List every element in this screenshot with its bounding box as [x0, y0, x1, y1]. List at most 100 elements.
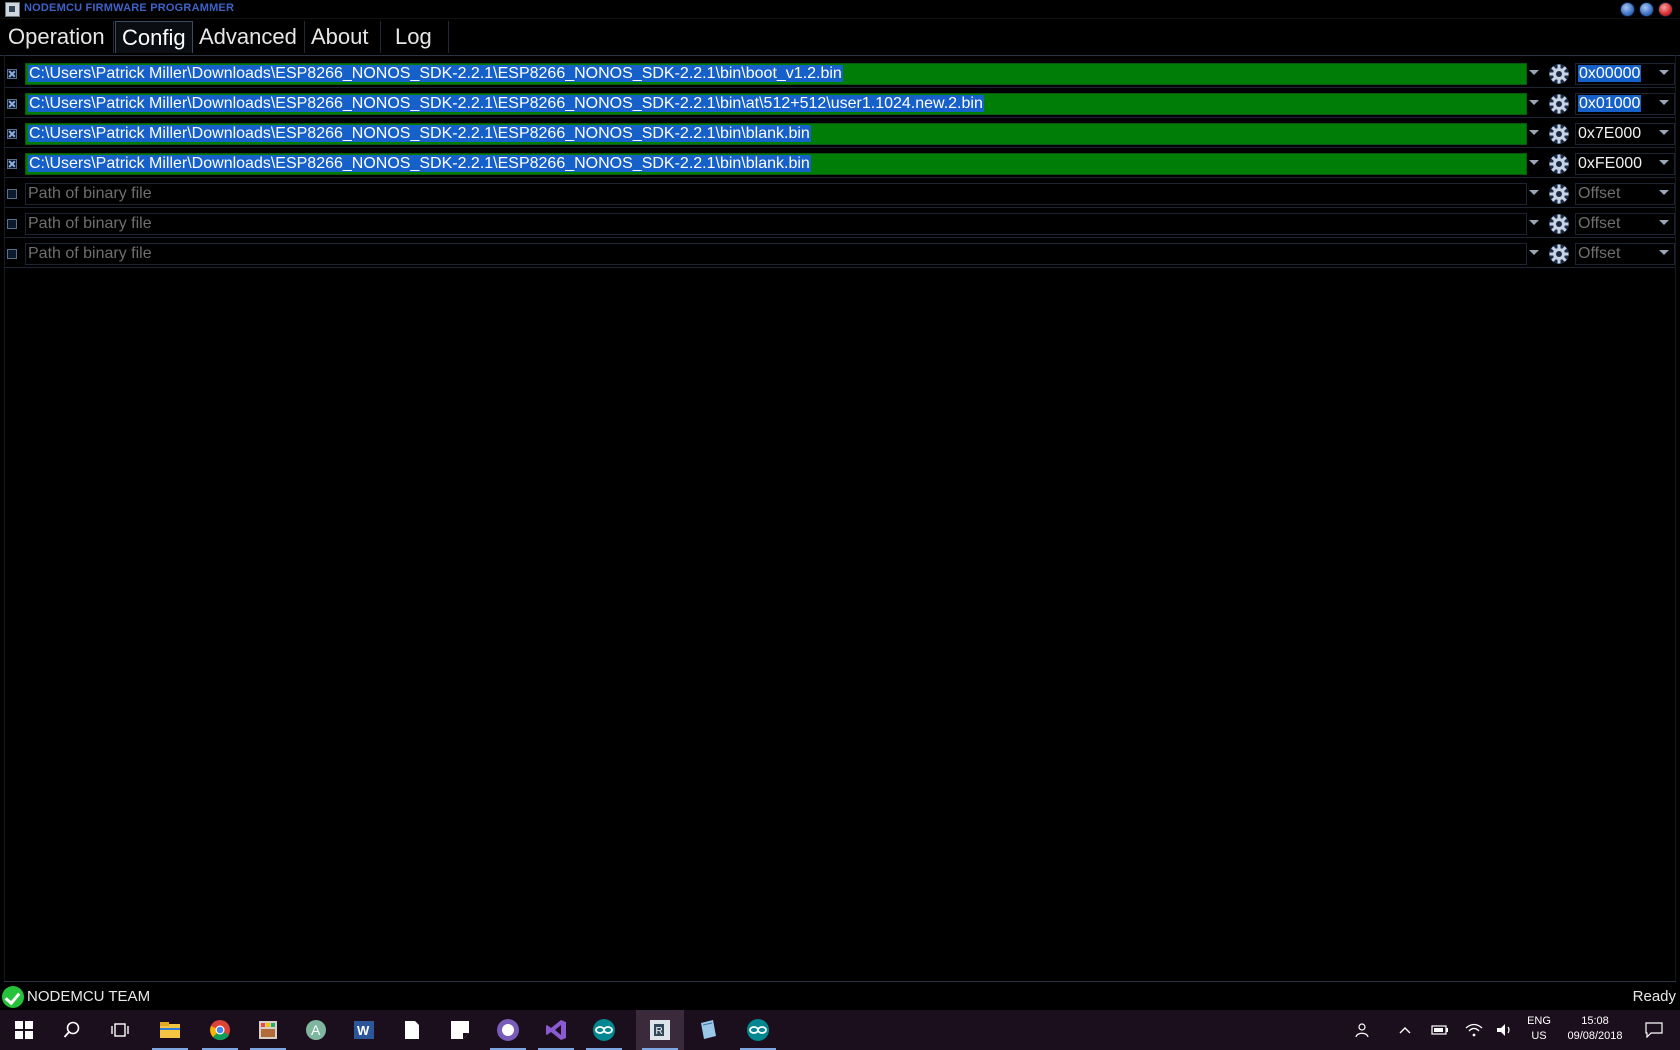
row-enable-checkbox[interactable] [7, 219, 17, 229]
clock-date: 09/08/2018 [1567, 1030, 1623, 1042]
window-title: NODEMCU FIRMWARE PROGRAMMER [24, 2, 235, 14]
taskbar: A W R ENG US 15:08 09/08/2018 [0, 1010, 1680, 1050]
row-enable-checkbox[interactable] [7, 69, 17, 79]
binary-path-combobox[interactable]: Path of binary file [25, 243, 1527, 265]
region-label: US [1531, 1030, 1547, 1042]
chevron-down-icon[interactable] [1659, 70, 1669, 75]
gear-icon[interactable] [1548, 93, 1570, 115]
arduino-icon[interactable] [580, 1010, 628, 1050]
binary-path-combobox[interactable]: C:\Users\Patrick Miller\Downloads\ESP826… [25, 93, 1527, 115]
gear-icon[interactable] [1548, 153, 1570, 175]
chevron-down-icon[interactable] [1529, 220, 1539, 225]
check-circle-icon [2, 986, 24, 1008]
chevron-down-icon[interactable] [1659, 250, 1669, 255]
chevron-down-icon[interactable] [1529, 100, 1539, 105]
offset-text: Offset [1578, 185, 1621, 202]
chevron-down-icon[interactable] [1659, 130, 1669, 135]
battery-icon[interactable] [1424, 1010, 1456, 1050]
search-icon[interactable] [48, 1010, 96, 1050]
status-team-label: NODEMCU TEAM [27, 988, 151, 1005]
chevron-down-icon[interactable] [1529, 130, 1539, 135]
close-button[interactable] [1658, 2, 1673, 17]
row-enable-checkbox[interactable] [7, 249, 17, 259]
binary-file-row: Path of binary file Offset [0, 180, 1680, 208]
binary-path-text: Path of binary file [28, 215, 152, 232]
tab-config[interactable]: Config [115, 21, 193, 53]
binary-path-combobox[interactable]: C:\Users\Patrick Miller\Downloads\ESP826… [25, 63, 1527, 85]
word-icon[interactable]: W [340, 1010, 388, 1050]
file-explorer-icon[interactable] [146, 1010, 194, 1050]
task-view-icon[interactable] [96, 1010, 144, 1050]
chevron-down-icon[interactable] [1529, 250, 1539, 255]
sticky-notes-icon[interactable] [436, 1010, 484, 1050]
clock-time: 15:08 [1581, 1015, 1609, 1027]
offset-text: 0x01000 [1578, 95, 1642, 112]
tab-advanced[interactable]: Advanced [193, 21, 305, 53]
wifi-icon[interactable] [1458, 1010, 1490, 1050]
chevron-down-icon[interactable] [1529, 160, 1539, 165]
tab-operation[interactable]: Operation [2, 21, 114, 53]
status-bar: NODEMCU TEAM Ready [0, 985, 1680, 1009]
chevron-down-icon[interactable] [1659, 220, 1669, 225]
row-enable-checkbox[interactable] [7, 99, 17, 109]
app-icon [5, 2, 20, 17]
binary-path-combobox[interactable]: Path of binary file [25, 213, 1527, 235]
maximize-button[interactable] [1639, 2, 1654, 17]
gear-icon[interactable] [1548, 213, 1570, 235]
windows-start-icon[interactable] [0, 1010, 48, 1050]
tab-log[interactable]: Log [381, 21, 449, 53]
arduino-icon[interactable] [734, 1010, 782, 1050]
github-desktop-icon[interactable] [484, 1010, 532, 1050]
title-bar: NODEMCU FIRMWARE PROGRAMMER [0, 0, 1680, 19]
binary-file-row: C:\Users\Patrick Miller\Downloads\ESP826… [0, 60, 1680, 88]
binary-path-text: C:\Users\Patrick Miller\Downloads\ESP826… [28, 65, 843, 82]
svg-text:R: R [656, 1026, 663, 1037]
chevron-down-icon[interactable] [1529, 70, 1539, 75]
status-divider [4, 981, 1676, 982]
file-icon[interactable] [388, 1010, 436, 1050]
frame-border [1675, 55, 1676, 981]
binary-file-row: C:\Users\Patrick Miller\Downloads\ESP826… [0, 150, 1680, 178]
gear-icon[interactable] [1548, 63, 1570, 85]
gear-icon[interactable] [1548, 183, 1570, 205]
binary-file-row: C:\Users\Patrick Miller\Downloads\ESP826… [0, 90, 1680, 118]
row-enable-checkbox[interactable] [7, 189, 17, 199]
offset-text: Offset [1578, 215, 1621, 232]
app-a-icon[interactable]: A [292, 1010, 340, 1050]
svg-text:A: A [311, 1022, 321, 1038]
chevron-down-icon[interactable] [1529, 190, 1539, 195]
binary-file-row: C:\Users\Patrick Miller\Downloads\ESP826… [0, 120, 1680, 148]
tab-about[interactable]: About [305, 21, 381, 53]
tab-bar: Operation Config Advanced About Log [0, 19, 1680, 56]
binary-path-combobox[interactable]: C:\Users\Patrick Miller\Downloads\ESP826… [25, 123, 1527, 145]
svg-text:W: W [357, 1023, 370, 1038]
offset-text: 0x00000 [1578, 65, 1642, 82]
chevron-down-icon[interactable] [1659, 190, 1669, 195]
chevron-up-icon[interactable] [1390, 1010, 1420, 1050]
chevron-down-icon[interactable] [1659, 100, 1669, 105]
people-icon[interactable] [1345, 1010, 1381, 1050]
volume-icon[interactable] [1490, 1010, 1520, 1050]
minimize-button[interactable] [1620, 2, 1635, 17]
row-enable-checkbox[interactable] [7, 129, 17, 139]
offset-text: Offset [1578, 245, 1621, 262]
binary-path-text: C:\Users\Patrick Miller\Downloads\ESP826… [28, 125, 811, 142]
binary-path-combobox[interactable]: Path of binary file [25, 183, 1527, 205]
row-enable-checkbox[interactable] [7, 159, 17, 169]
offset-text: 0xFE000 [1578, 155, 1643, 172]
gear-icon[interactable] [1548, 243, 1570, 265]
binary-file-row: Path of binary file Offset [0, 210, 1680, 238]
gear-icon[interactable] [1548, 123, 1570, 145]
notepad-icon[interactable] [684, 1010, 732, 1050]
chevron-down-icon[interactable] [1659, 160, 1669, 165]
status-state: Ready [1632, 988, 1676, 1005]
clock[interactable]: 15:08 09/08/2018 [1560, 1015, 1630, 1042]
nodemcu-flasher-icon[interactable]: R [636, 1010, 684, 1050]
chrome-icon[interactable] [196, 1010, 244, 1050]
language-indicator[interactable]: ENG US [1520, 1015, 1558, 1042]
paint-icon[interactable] [244, 1010, 292, 1050]
visual-studio-icon[interactable] [532, 1010, 580, 1050]
notification-icon[interactable] [1636, 1010, 1672, 1050]
binary-path-combobox[interactable]: C:\Users\Patrick Miller\Downloads\ESP826… [25, 153, 1527, 175]
binary-file-row: Path of binary file Offset [0, 240, 1680, 268]
